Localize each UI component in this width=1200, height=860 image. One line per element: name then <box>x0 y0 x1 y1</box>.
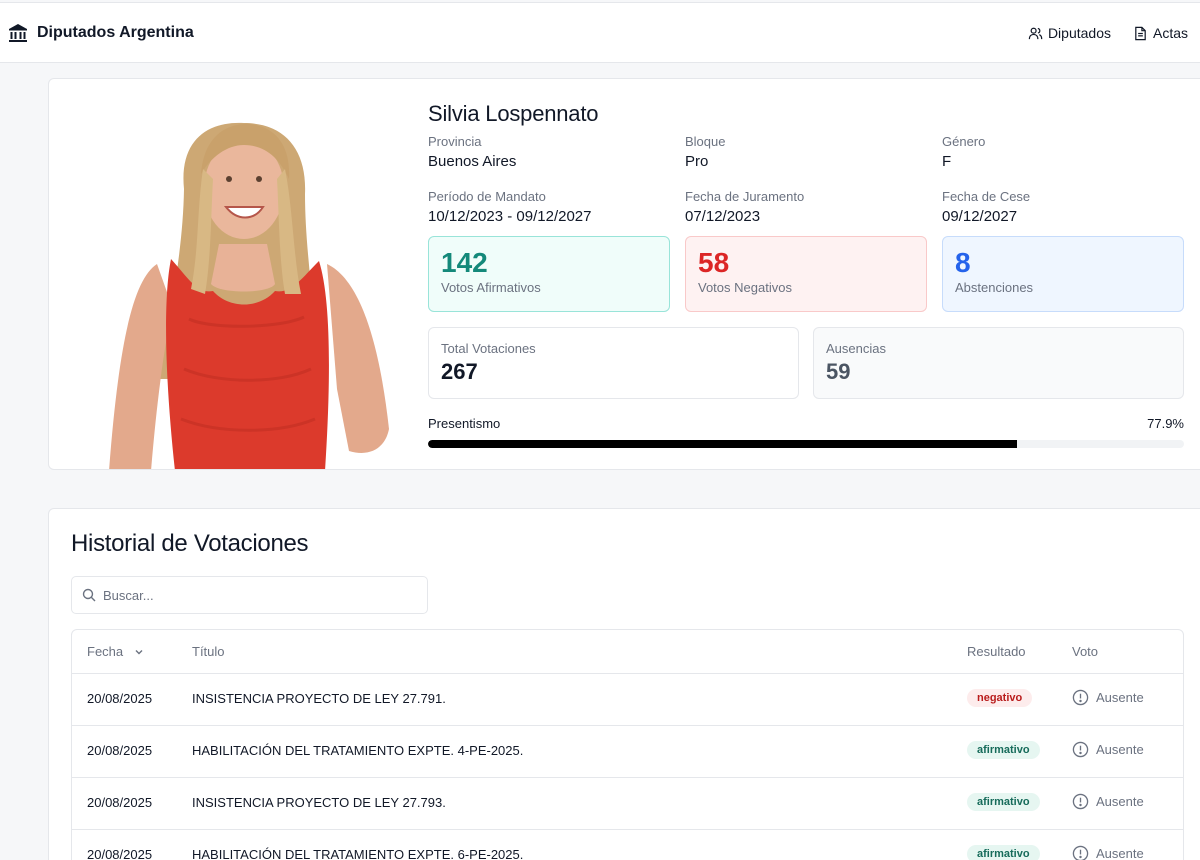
table-header: Fecha Título Resultado Voto <box>72 630 1183 674</box>
info-label: Período de Mandato <box>428 189 546 204</box>
presentismo-label: Presentismo <box>428 416 501 431</box>
ausencias-label: Ausencias <box>826 341 886 356</box>
ausencias-card: Ausencias 59 <box>813 327 1184 399</box>
ausencias-count: 59 <box>826 359 851 384</box>
alert-circle-icon <box>1072 689 1089 706</box>
resultado-badge: afirmativo <box>967 845 1040 860</box>
brand[interactable]: Diputados Argentina <box>8 23 194 43</box>
total-votaciones-label: Total Votaciones <box>441 341 536 356</box>
info-value: 09/12/2027 <box>942 208 1018 225</box>
search-input[interactable] <box>103 587 403 603</box>
total-votaciones-card: Total Votaciones 267 <box>428 327 799 399</box>
search-icon <box>82 588 96 602</box>
row-resultado: afirmativo <box>967 793 1040 811</box>
top-navbar: Diputados Argentina Diputados Actas <box>0 2 1200 63</box>
info-value: 07/12/2023 <box>685 208 761 225</box>
info-periodo-mandato: Período de Mandato 10/12/2023 - 09/12/20… <box>428 189 668 225</box>
presentismo-progress-fill <box>428 440 1017 448</box>
row-fecha: 20/08/2025 <box>87 847 153 860</box>
row-resultado: afirmativo <box>967 741 1040 759</box>
nav-actas-label: Actas <box>1152 25 1188 41</box>
main-nav: Diputados Actas <box>1028 25 1188 41</box>
chevron-down-icon <box>135 649 143 654</box>
voting-history-card: Historial de Votaciones Fecha Título Res… <box>48 508 1200 860</box>
abstenciones-label: Abstenciones <box>955 280 1034 295</box>
column-titulo: Título <box>192 644 225 659</box>
resultado-badge: afirmativo <box>967 793 1040 811</box>
info-label: Género <box>942 134 986 149</box>
table-row[interactable]: 20/08/2025 HABILITACIÓN DEL TRATAMIENTO … <box>72 830 1183 860</box>
row-fecha: 20/08/2025 <box>87 743 153 758</box>
votos-afirmativos-count: 142 <box>441 247 488 278</box>
abstenciones-count: 8 <box>955 247 971 278</box>
info-genero: Género F <box>942 134 1182 170</box>
nav-diputados[interactable]: Diputados <box>1028 25 1111 41</box>
column-voto-label: Voto <box>1072 644 1099 659</box>
table-row[interactable]: 20/08/2025 HABILITACIÓN DEL TRATAMIENTO … <box>72 726 1183 778</box>
alert-circle-icon <box>1072 793 1089 810</box>
votes-table: Fecha Título Resultado Voto 20/08/2025 I… <box>71 629 1184 860</box>
column-resultado: Resultado <box>967 644 1026 659</box>
info-fecha-juramento: Fecha de Juramento 07/12/2023 <box>685 189 925 225</box>
row-resultado: afirmativo <box>967 845 1040 860</box>
presentismo-progress-bar <box>428 440 1184 448</box>
row-voto: Ausente <box>1072 793 1144 810</box>
column-resultado-label: Resultado <box>967 644 1026 659</box>
votos-afirmativos-card: 142 Votos Afirmativos <box>428 236 670 312</box>
deputy-name: Silvia Lospennato <box>428 101 599 126</box>
resultado-badge: afirmativo <box>967 741 1040 759</box>
column-voto: Voto <box>1072 644 1098 659</box>
votos-afirmativos-label: Votos Afirmativos <box>441 280 541 295</box>
abstenciones-card: 8 Abstenciones <box>942 236 1184 312</box>
voto-label: Ausente <box>1096 690 1144 705</box>
profile-card: Silvia Lospennato Provincia Buenos Aires… <box>48 78 1200 470</box>
voto-label: Ausente <box>1096 846 1144 860</box>
row-fecha: 20/08/2025 <box>87 691 153 706</box>
votos-negativos-card: 58 Votos Negativos <box>685 236 927 312</box>
info-value: F <box>942 153 952 170</box>
info-label: Provincia <box>428 134 482 149</box>
building-columns-icon <box>9 24 27 42</box>
info-bloque: Bloque Pro <box>685 134 925 170</box>
document-icon <box>1135 26 1146 40</box>
voto-label: Ausente <box>1096 742 1144 757</box>
column-fecha-sort[interactable]: Fecha <box>87 644 145 659</box>
profile-photo <box>79 79 419 469</box>
info-label: Fecha de Juramento <box>685 189 805 204</box>
row-titulo: INSISTENCIA PROYECTO DE LEY 27.793. <box>192 795 446 810</box>
row-titulo: HABILITACIÓN DEL TRATAMIENTO EXPTE. 4-PE… <box>192 743 524 758</box>
row-fecha: 20/08/2025 <box>87 795 153 810</box>
info-provincia: Provincia Buenos Aires <box>428 134 668 170</box>
info-label: Bloque <box>685 134 726 149</box>
presentismo-value: 77.9% <box>1147 416 1184 431</box>
row-titulo: HABILITACIÓN DEL TRATAMIENTO EXPTE. 6-PE… <box>192 847 524 860</box>
voto-label: Ausente <box>1096 794 1144 809</box>
alert-circle-icon <box>1072 741 1089 758</box>
resultado-badge: negativo <box>967 689 1033 707</box>
column-titulo-label: Título <box>192 644 225 659</box>
row-voto: Ausente <box>1072 845 1144 860</box>
total-votaciones-count: 267 <box>441 359 478 384</box>
row-resultado: negativo <box>967 689 1033 707</box>
row-voto: Ausente <box>1072 689 1144 706</box>
brand-name: Diputados Argentina <box>37 24 194 41</box>
users-icon <box>1028 27 1043 39</box>
search-box[interactable] <box>71 576 428 614</box>
voting-history-title: Historial de Votaciones <box>71 530 309 557</box>
info-value: Buenos Aires <box>428 153 517 170</box>
row-voto: Ausente <box>1072 741 1144 758</box>
info-fecha-cese: Fecha de Cese 09/12/2027 <box>942 189 1182 225</box>
column-fecha-label: Fecha <box>87 644 124 659</box>
alert-circle-icon <box>1072 845 1089 860</box>
info-value: 10/12/2023 - 09/12/2027 <box>428 208 592 225</box>
info-value: Pro <box>685 153 709 170</box>
votos-negativos-count: 58 <box>698 247 730 278</box>
votos-negativos-label: Votos Negativos <box>698 280 792 295</box>
table-row[interactable]: 20/08/2025 INSISTENCIA PROYECTO DE LEY 2… <box>72 674 1183 726</box>
row-titulo: INSISTENCIA PROYECTO DE LEY 27.791. <box>192 691 446 706</box>
info-label: Fecha de Cese <box>942 189 1031 204</box>
nav-diputados-label: Diputados <box>1047 25 1111 41</box>
nav-actas[interactable]: Actas <box>1133 25 1188 41</box>
table-row[interactable]: 20/08/2025 INSISTENCIA PROYECTO DE LEY 2… <box>72 778 1183 830</box>
